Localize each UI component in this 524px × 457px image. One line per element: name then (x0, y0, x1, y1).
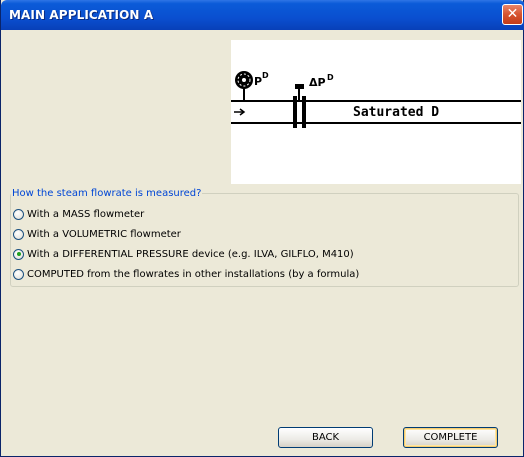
diagram-svg: P D ΔP D Saturated D (231, 71, 521, 128)
option-label: With a DIFFERENTIAL PRESSURE device (e.g… (27, 248, 354, 260)
diagram-label: Saturated D (353, 105, 439, 120)
option-label: COMPUTED from the flowrates in other ins… (27, 268, 360, 280)
close-icon: ✕ (506, 6, 519, 22)
orifice-plate-icon (293, 84, 306, 128)
application-window: MAIN APPLICATION A ✕ P D ΔP D Saturated … (0, 0, 524, 457)
option-label: With a VOLUMETRIC flowmeter (27, 228, 181, 240)
option-computed[interactable]: COMPUTED from the flowrates in other ins… (13, 267, 359, 281)
radio-button[interactable] (13, 268, 24, 280)
svg-text:D: D (327, 73, 334, 82)
close-button[interactable]: ✕ (502, 4, 523, 25)
complete-button[interactable]: COMPLETE (403, 427, 498, 448)
title-bar[interactable]: MAIN APPLICATION A ✕ (1, 0, 524, 30)
svg-text:D: D (262, 71, 269, 80)
flow-arrow-icon (234, 108, 246, 116)
window-title: MAIN APPLICATION A (9, 8, 154, 22)
option-mass-flowmeter[interactable]: With a MASS flowmeter (13, 207, 144, 221)
option-differential-pressure[interactable]: With a DIFFERENTIAL PRESSURE device (e.g… (13, 247, 354, 261)
radio-button[interactable] (13, 228, 24, 240)
radio-button[interactable] (13, 208, 24, 220)
question-legend: How the steam flowrate is measured? (11, 188, 203, 200)
pressure-label: P (254, 75, 262, 88)
radio-button-selected[interactable] (13, 248, 24, 260)
dp-label: ΔP (309, 76, 326, 89)
option-label: With a MASS flowmeter (27, 208, 145, 220)
back-button[interactable]: BACK (278, 427, 373, 448)
option-volumetric-flowmeter[interactable]: With a VOLUMETRIC flowmeter (13, 227, 181, 241)
pressure-gauge-icon (235, 71, 253, 101)
flow-diagram: P D ΔP D Saturated D (231, 40, 521, 184)
